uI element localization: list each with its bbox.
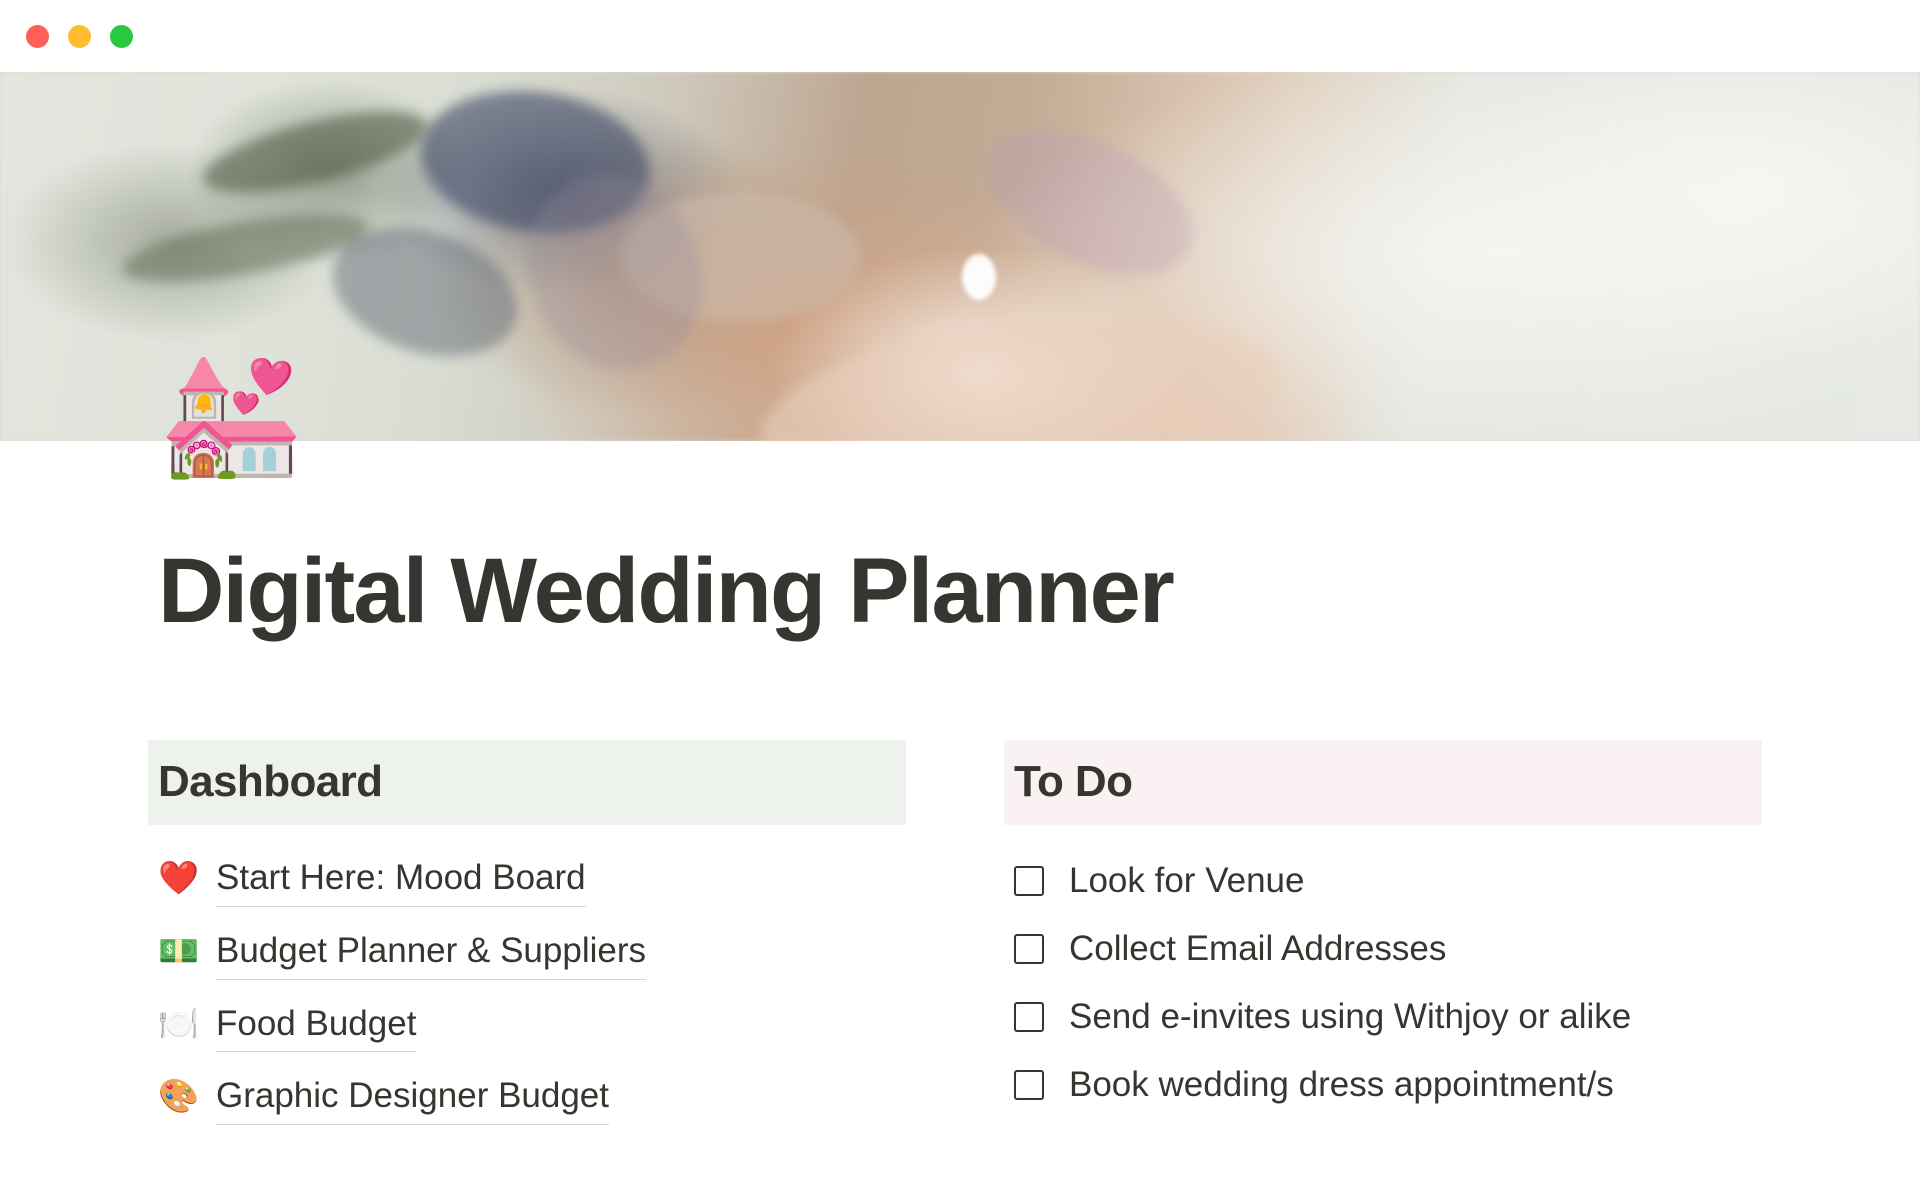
dashboard-link-list: ❤️ Start Here: Mood Board 💵 Budget Plann… xyxy=(158,845,906,1136)
column-layout: Dashboard ❤️ Start Here: Mood Board 💵 Bu… xyxy=(148,740,1762,1136)
dashboard-link-food-budget[interactable]: Food Budget xyxy=(216,1002,417,1053)
dashboard-link-budget-planner[interactable]: Budget Planner & Suppliers xyxy=(216,929,646,980)
money-icon: 💵 xyxy=(158,931,200,969)
checkbox-icon[interactable] xyxy=(1014,1069,1044,1100)
minimize-button[interactable] xyxy=(68,24,91,48)
ring-accent xyxy=(962,254,996,300)
list-item[interactable]: Book wedding dress appointment/s xyxy=(1014,1051,1762,1119)
todo-heading: To Do xyxy=(1004,740,1762,825)
window-title-bar xyxy=(0,0,1920,72)
todo-label-look-for-venue[interactable]: Look for Venue xyxy=(1069,860,1304,902)
todo-label-book-dress-appointment[interactable]: Book wedding dress appointment/s xyxy=(1069,1064,1614,1106)
todo-label-send-e-invites[interactable]: Send e-invites using Withjoy or alike xyxy=(1069,996,1631,1038)
close-button[interactable] xyxy=(26,24,49,48)
plate-cutlery-icon: 🍽️ xyxy=(158,1004,200,1042)
page-content: 💒 Digital Wedding Planner Dashboard ❤️ S… xyxy=(0,356,1920,1136)
page-icon[interactable]: 💒 xyxy=(158,356,305,474)
dashboard-column: Dashboard ❤️ Start Here: Mood Board 💵 Bu… xyxy=(148,740,906,1136)
list-item[interactable]: Look for Venue xyxy=(1014,847,1762,915)
list-item[interactable]: 🎨 Graphic Designer Budget xyxy=(158,1063,906,1136)
palette-icon: 🎨 xyxy=(158,1077,200,1115)
list-item[interactable]: ❤️ Start Here: Mood Board xyxy=(158,845,906,918)
checkbox-icon[interactable] xyxy=(1014,1001,1044,1032)
dashboard-link-graphic-designer-budget[interactable]: Graphic Designer Budget xyxy=(216,1074,609,1126)
page-title[interactable]: Digital Wedding Planner xyxy=(158,441,1762,637)
checkbox-icon[interactable] xyxy=(1014,933,1044,964)
todo-checklist: Look for Venue Collect Email Addresses S… xyxy=(1014,847,1762,1119)
heart-icon: ❤️ xyxy=(158,858,200,896)
list-item[interactable]: Send e-invites using Withjoy or alike xyxy=(1014,983,1762,1051)
traffic-lights xyxy=(26,24,133,48)
list-item[interactable]: 💵 Budget Planner & Suppliers xyxy=(158,918,906,991)
dashboard-heading: Dashboard xyxy=(148,740,906,825)
todo-label-collect-email-addresses[interactable]: Collect Email Addresses xyxy=(1069,928,1446,970)
checkbox-icon[interactable] xyxy=(1014,865,1044,896)
zoom-button[interactable] xyxy=(110,24,133,48)
list-item[interactable]: 🍽️ Food Budget xyxy=(158,991,906,1064)
list-item[interactable]: Collect Email Addresses xyxy=(1014,915,1762,983)
todo-column: To Do Look for Venue Collect Email Addre… xyxy=(1004,740,1762,1136)
dashboard-link-mood-board[interactable]: Start Here: Mood Board xyxy=(216,856,586,907)
